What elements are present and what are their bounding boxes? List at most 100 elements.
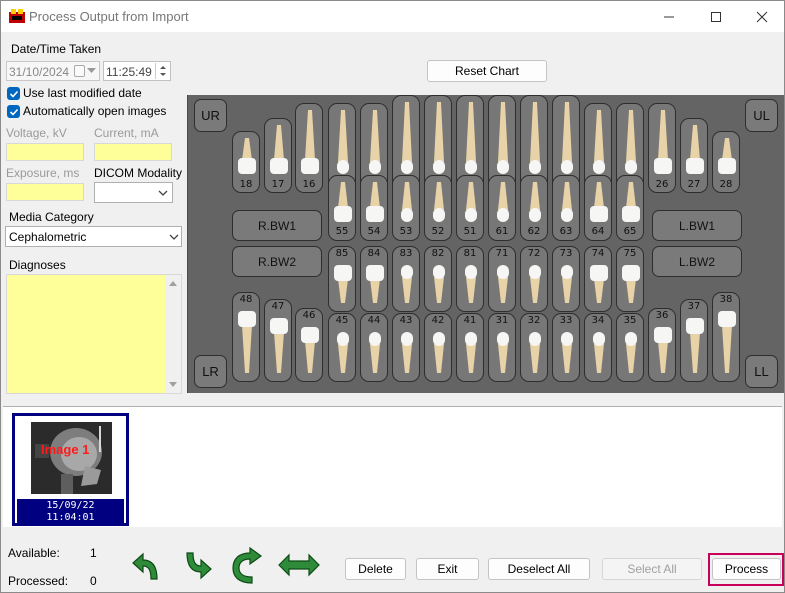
date-picker[interactable]: 31/10/2024: [6, 61, 100, 81]
tooth-32[interactable]: 32: [520, 313, 548, 382]
tooth-16[interactable]: 16: [295, 103, 323, 193]
tooth-26[interactable]: 26: [648, 103, 676, 193]
tooth-number: 52: [431, 226, 445, 237]
select-all-button[interactable]: Select All: [602, 558, 702, 580]
tooth-47[interactable]: 47: [264, 299, 292, 382]
media-category-select[interactable]: Cephalometric: [5, 226, 182, 247]
bitewing-r-bw2-button[interactable]: R.BW2: [232, 246, 322, 277]
chevron-down-icon: [158, 190, 168, 196]
tooth-42[interactable]: 42: [424, 313, 452, 382]
tooth-number: 38: [719, 294, 733, 305]
tooth-62[interactable]: 62: [520, 175, 548, 241]
tooth-45[interactable]: 45: [328, 313, 356, 382]
tooth-71[interactable]: 71: [488, 246, 516, 312]
chevron-down-icon: [87, 68, 96, 73]
tooth-75[interactable]: 75: [616, 246, 644, 312]
thumbnail-time: 11:04:01: [46, 512, 95, 523]
datetime-label: Date/Time Taken: [11, 42, 102, 56]
tooth-38[interactable]: 38: [712, 292, 740, 382]
diagnoses-textarea[interactable]: [6, 274, 182, 394]
deselect-all-button[interactable]: Deselect All: [488, 558, 590, 580]
image-thumbnail-strip: Image 1 15/09/22 11:04:01: [3, 406, 782, 527]
maximize-button[interactable]: [693, 1, 739, 32]
tooth-74[interactable]: 74: [584, 246, 612, 312]
tooth-number: 71: [495, 248, 509, 259]
tooth-number: 31: [495, 315, 509, 326]
bitewing-l-bw1-button[interactable]: L.BW1: [652, 210, 742, 241]
use-last-modified-checkbox[interactable]: [7, 87, 20, 100]
diagnoses-scrollbar[interactable]: [165, 275, 181, 393]
tooth-33[interactable]: 33: [552, 313, 580, 382]
tooth-number: 18: [239, 179, 253, 190]
reset-chart-button[interactable]: Reset Chart: [427, 60, 547, 82]
use-last-modified-label: Use last modified date: [23, 86, 142, 100]
voltage-label: Voltage, kV: [6, 126, 67, 140]
tooth-36[interactable]: 36: [648, 308, 676, 382]
time-picker[interactable]: 11:25:49: [103, 61, 171, 81]
delete-button[interactable]: Delete: [345, 558, 406, 580]
quadrant-lr-button[interactable]: LR: [194, 355, 227, 388]
tooth-number: 75: [623, 248, 637, 259]
tooth-number: 63: [559, 226, 573, 237]
window-title: Process Output from Import: [29, 9, 189, 24]
tooth-53[interactable]: 53: [392, 175, 420, 241]
tooth-46[interactable]: 46: [295, 308, 323, 382]
tooth-73[interactable]: 73: [552, 246, 580, 312]
process-button[interactable]: Process: [712, 558, 781, 580]
exit-button[interactable]: Exit: [416, 558, 479, 580]
tooth-28[interactable]: 28: [712, 131, 740, 193]
tooth-65[interactable]: 65: [616, 175, 644, 241]
tooth-82[interactable]: 82: [424, 246, 452, 312]
minimize-button[interactable]: [646, 1, 692, 32]
tooth-number: 85: [335, 248, 349, 259]
tooth-44[interactable]: 44: [360, 313, 388, 382]
diagnoses-label: Diagnoses: [9, 258, 66, 272]
tooth-54[interactable]: 54: [360, 175, 388, 241]
tooth-27[interactable]: 27: [680, 118, 708, 193]
rotate-180-icon[interactable]: [230, 545, 264, 585]
tooth-37[interactable]: 37: [680, 299, 708, 382]
flip-horizontal-icon[interactable]: [277, 552, 321, 578]
tooth-63[interactable]: 63: [552, 175, 580, 241]
minimize-icon: [664, 16, 674, 17]
tooth-number: 17: [271, 179, 285, 190]
tooth-17[interactable]: 17: [264, 118, 292, 193]
dicom-select[interactable]: [94, 182, 173, 203]
quadrant-ll-button[interactable]: LL: [745, 355, 778, 388]
tooth-85[interactable]: 85: [328, 246, 356, 312]
auto-open-checkbox[interactable]: [7, 105, 20, 118]
tooth-72[interactable]: 72: [520, 246, 548, 312]
current-input[interactable]: [94, 143, 172, 161]
rotate-right-icon[interactable]: [181, 549, 213, 583]
tooth-51[interactable]: 51: [456, 175, 484, 241]
tooth-55[interactable]: 55: [328, 175, 356, 241]
tooth-icon: [270, 318, 288, 373]
tooth-81[interactable]: 81: [456, 246, 484, 312]
quadrant-ur-button[interactable]: UR: [194, 99, 227, 132]
date-checkbox[interactable]: [74, 65, 85, 77]
tooth-41[interactable]: 41: [456, 313, 484, 382]
tooth-34[interactable]: 34: [584, 313, 612, 382]
title-bar: Process Output from Import: [1, 1, 784, 32]
tooth-18[interactable]: 18: [232, 131, 260, 193]
voltage-input[interactable]: [6, 143, 84, 161]
tooth-35[interactable]: 35: [616, 313, 644, 382]
thumbnail-caption: 15/09/22 11:04:01: [17, 499, 124, 524]
tooth-84[interactable]: 84: [360, 246, 388, 312]
tooth-83[interactable]: 83: [392, 246, 420, 312]
tooth-61[interactable]: 61: [488, 175, 516, 241]
quadrant-ul-button[interactable]: UL: [745, 99, 778, 132]
bitewing-l-bw2-button[interactable]: L.BW2: [652, 246, 742, 277]
tooth-48[interactable]: 48: [232, 292, 260, 382]
close-button[interactable]: [739, 1, 785, 32]
tooth-31[interactable]: 31: [488, 313, 516, 382]
cephalometric-xray-image: Image 1: [31, 422, 112, 494]
time-spinner[interactable]: [155, 63, 169, 79]
tooth-64[interactable]: 64: [584, 175, 612, 241]
bitewing-r-bw1-button[interactable]: R.BW1: [232, 210, 322, 241]
exposure-input[interactable]: [6, 183, 84, 201]
image-thumbnail[interactable]: Image 1 15/09/22 11:04:01: [12, 413, 129, 526]
rotate-left-icon[interactable]: [131, 549, 163, 583]
tooth-43[interactable]: 43: [392, 313, 420, 382]
tooth-52[interactable]: 52: [424, 175, 452, 241]
